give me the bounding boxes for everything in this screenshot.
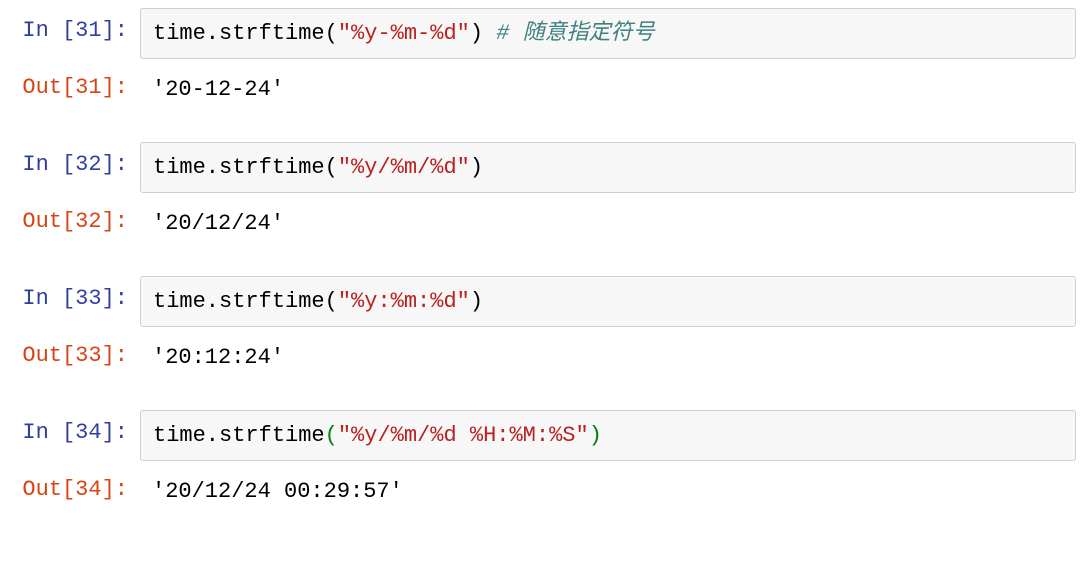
- notebook-cell: In [34]:time.strftime("%y/%m/%d %H:%M:%S…: [0, 410, 1080, 526]
- code-call: time.strftime: [153, 289, 325, 314]
- code-input[interactable]: time.strftime("%y/%m/%d"): [140, 142, 1076, 193]
- paren-close: ): [470, 21, 483, 46]
- code-input[interactable]: time.strftime("%y:%m:%d"): [140, 276, 1076, 327]
- code-call: time.strftime: [153, 423, 325, 448]
- paren-close: ): [470, 155, 483, 180]
- in-prompt: In [34]:: [0, 410, 140, 445]
- string-literal: "%y:%m:%d": [338, 289, 470, 314]
- notebook-cell: In [32]:time.strftime("%y/%m/%d")Out[32]…: [0, 142, 1080, 258]
- in-prompt: In [31]:: [0, 8, 140, 43]
- jupyter-notebook: In [31]:time.strftime("%y-%m-%d") # 随意指定…: [0, 8, 1080, 526]
- notebook-cell: In [33]:time.strftime("%y:%m:%d")Out[33]…: [0, 276, 1080, 392]
- output-row: Out[31]:'20-12-24': [0, 65, 1080, 124]
- code-input[interactable]: time.strftime("%y-%m-%d") # 随意指定符号: [140, 8, 1076, 59]
- string-literal: "%y/%m/%d": [338, 155, 470, 180]
- paren-open: (: [325, 289, 338, 314]
- input-row: In [34]:time.strftime("%y/%m/%d %H:%M:%S…: [0, 410, 1080, 461]
- output-row: Out[33]:'20:12:24': [0, 333, 1080, 392]
- notebook-cell: In [31]:time.strftime("%y-%m-%d") # 随意指定…: [0, 8, 1080, 124]
- paren-open: (: [325, 21, 338, 46]
- code-call: time.strftime: [153, 155, 325, 180]
- output-text: '20/12/24': [140, 199, 1080, 258]
- out-prompt: Out[33]:: [0, 333, 140, 368]
- output-text: '20/12/24 00:29:57': [140, 467, 1080, 526]
- out-prompt: Out[32]:: [0, 199, 140, 234]
- paren-close: ): [470, 289, 483, 314]
- output-text: '20-12-24': [140, 65, 1080, 124]
- output-text: '20:12:24': [140, 333, 1080, 392]
- in-prompt: In [33]:: [0, 276, 140, 311]
- output-row: Out[34]:'20/12/24 00:29:57': [0, 467, 1080, 526]
- code-call: time.strftime: [153, 21, 325, 46]
- out-prompt: Out[34]:: [0, 467, 140, 502]
- input-row: In [33]:time.strftime("%y:%m:%d"): [0, 276, 1080, 327]
- string-literal: "%y-%m-%d": [338, 21, 470, 46]
- input-row: In [31]:time.strftime("%y-%m-%d") # 随意指定…: [0, 8, 1080, 59]
- string-literal: "%y/%m/%d %H:%M:%S": [338, 423, 589, 448]
- in-prompt: In [32]:: [0, 142, 140, 177]
- paren-open: (: [325, 423, 338, 448]
- input-row: In [32]:time.strftime("%y/%m/%d"): [0, 142, 1080, 193]
- output-row: Out[32]:'20/12/24': [0, 199, 1080, 258]
- paren-close: ): [589, 423, 602, 448]
- out-prompt: Out[31]:: [0, 65, 140, 100]
- paren-open: (: [325, 155, 338, 180]
- code-comment: # 随意指定符号: [483, 21, 655, 46]
- code-input[interactable]: time.strftime("%y/%m/%d %H:%M:%S"): [140, 410, 1076, 461]
